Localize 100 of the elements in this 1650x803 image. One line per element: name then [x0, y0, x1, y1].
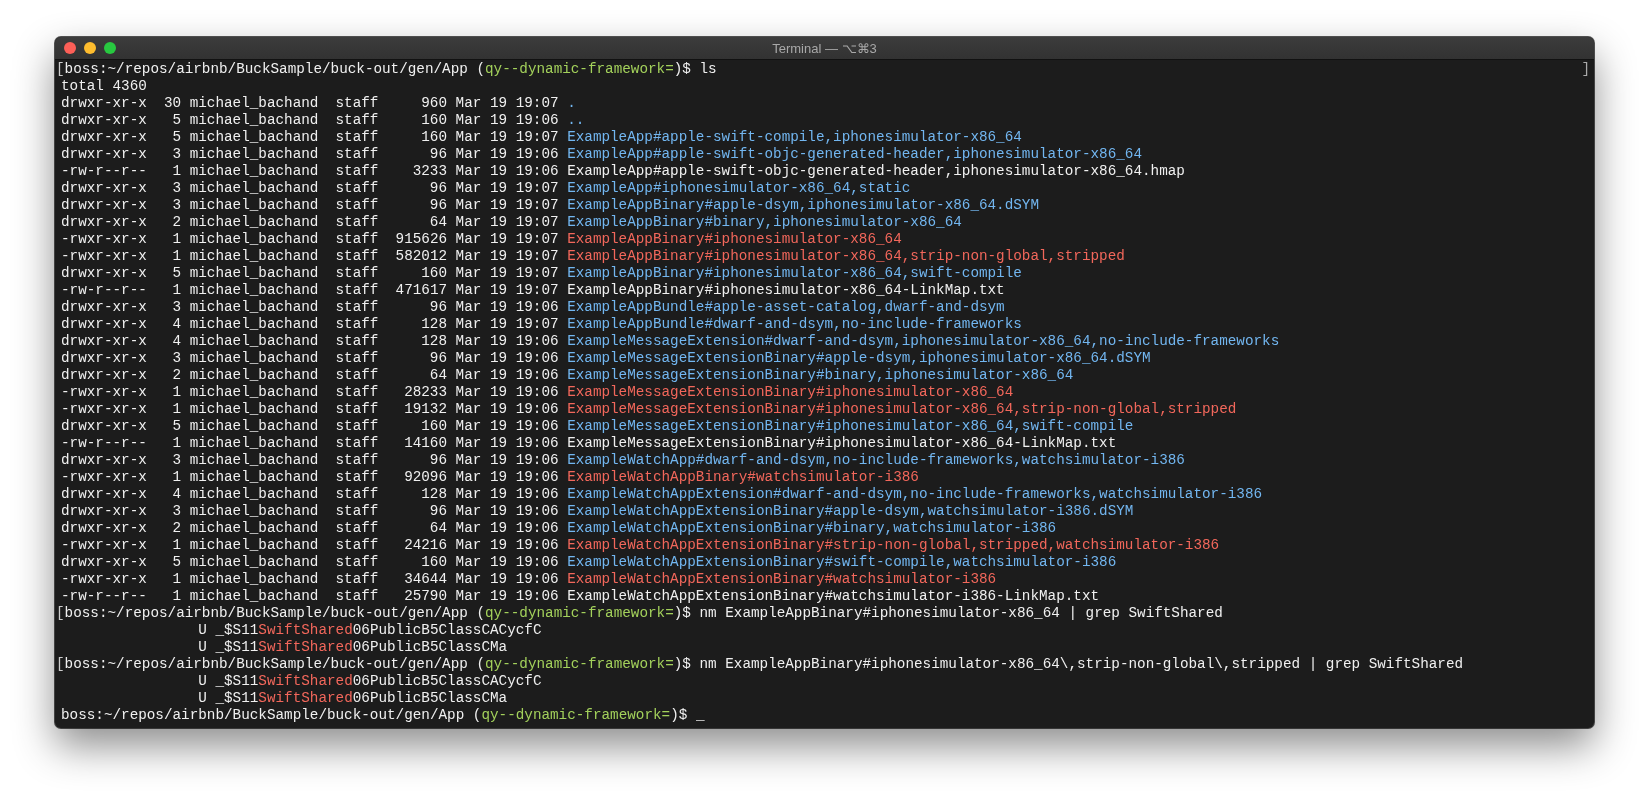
file-name: ExampleApp#iphonesimulator-x86_64,static — [567, 180, 911, 197]
owner-name: michael_bachand — [189, 333, 319, 350]
symbol-type: U — [198, 622, 207, 639]
file-size: 128 — [420, 316, 448, 333]
link-count: 1 — [171, 231, 182, 248]
symbol-type: U — [198, 639, 207, 656]
modified-date: Mar 19 19:06 — [455, 418, 559, 435]
symbol-name: _$S11SwiftShared06PublicB5ClassCMa — [215, 690, 508, 707]
modified-date: Mar 19 19:07 — [455, 197, 559, 214]
file-size: 64 — [428, 520, 448, 537]
close-icon[interactable] — [64, 42, 76, 54]
file-name: ExampleWatchApp#dwarf-and-dsym,no-include-frameworks,watchsimulator-i386 — [567, 452, 1185, 469]
group-name: staff — [335, 367, 379, 384]
file-size: 34644 — [403, 571, 448, 588]
link-count: 5 — [171, 265, 182, 282]
owner-name: michael_bachand — [189, 503, 319, 520]
permissions-text: drwxr-xr-x — [61, 554, 147, 571]
owner-name: michael_bachand — [189, 469, 319, 486]
modified-date: Mar 19 19:07 — [455, 180, 559, 197]
file-name: ExampleWatchAppExtensionBinary#watchsimulator-i386-LinkMap.txt — [567, 588, 1100, 605]
link-count: 1 — [171, 163, 182, 180]
owner-name: michael_bachand — [189, 367, 319, 384]
link-count: 3 — [171, 197, 182, 214]
owner-name: michael_bachand — [189, 350, 319, 367]
file-size: 471617 — [395, 282, 448, 299]
link-count: 1 — [171, 469, 182, 486]
permissions-text: -rwxr-xr-x — [61, 248, 147, 265]
permissions-text: drwxr-xr-x — [61, 452, 147, 469]
file-size: 25790 — [403, 588, 448, 605]
owner-name: michael_bachand — [189, 95, 319, 112]
owner-name: michael_bachand — [189, 129, 319, 146]
group-name: staff — [335, 146, 379, 163]
file-size: 582012 — [395, 248, 448, 265]
output-text: total 4360 — [61, 78, 147, 95]
link-count: 2 — [171, 367, 182, 384]
owner-name: michael_bachand — [189, 265, 319, 282]
file-size: 160 — [420, 418, 448, 435]
permissions-text: drwxr-xr-x — [61, 265, 147, 282]
link-count: 3 — [171, 452, 182, 469]
permissions-text: drwxr-xr-x — [61, 197, 147, 214]
line-mark: ] — [1581, 61, 1590, 78]
file-name: ExampleMessageExtension#dwarf-and-dsym,iphonesimulator-x86_64,no-include-frameworks — [567, 333, 1280, 350]
permissions-text: -rw-r--r-- — [61, 163, 147, 180]
group-name: staff — [335, 469, 379, 486]
modified-date: Mar 19 19:07 — [455, 316, 559, 333]
zoom-icon[interactable] — [104, 42, 116, 54]
group-name: staff — [335, 588, 379, 605]
group-name: staff — [335, 180, 379, 197]
modified-date: Mar 19 19:06 — [455, 554, 559, 571]
file-name: ExampleMessageExtensionBinary#iphonesimulator-x86_64,strip-non-global,stripped — [567, 401, 1237, 418]
permissions-text: -rwxr-xr-x — [61, 401, 147, 418]
modified-date: Mar 19 19:07 — [455, 214, 559, 231]
link-count: 1 — [171, 537, 182, 554]
minimize-icon[interactable] — [84, 42, 96, 54]
symbol-name: _$S11SwiftShared06PublicB5ClassCACycfC — [215, 673, 542, 690]
command-text: nm ExampleAppBinary#iphonesimulator-x86_64 | grep SwiftShared — [699, 605, 1223, 622]
permissions-text: drwxr-xr-x — [61, 299, 147, 316]
line-mark: [ — [56, 605, 65, 622]
file-size: 92096 — [403, 469, 448, 486]
link-count: 3 — [171, 146, 182, 163]
file-size: 28233 — [403, 384, 448, 401]
permissions-text: -rw-r--r-- — [61, 282, 147, 299]
link-count: 3 — [171, 350, 182, 367]
permissions-text: -rwxr-xr-x — [61, 571, 147, 588]
file-size: 96 — [428, 197, 448, 214]
file-name: ExampleAppBinary#apple-dsym,iphonesimulator-x86_64.dSYM — [567, 197, 1039, 214]
permissions-text: drwxr-xr-x — [61, 146, 147, 163]
owner-name: michael_bachand — [189, 435, 319, 452]
permissions-text: -rwxr-xr-x — [61, 231, 147, 248]
link-count: 1 — [171, 588, 182, 605]
file-size: 128 — [420, 486, 448, 503]
permissions-text: -rw-r--r-- — [61, 435, 147, 452]
file-name: ExampleAppBundle#dwarf-and-dsym,no-include-frameworks — [567, 316, 1022, 333]
owner-name: michael_bachand — [189, 401, 319, 418]
link-count: 1 — [171, 248, 182, 265]
link-count: 4 — [171, 316, 182, 333]
file-name: ExampleAppBinary#iphonesimulator-x86_64,swift-compile — [567, 265, 1022, 282]
modified-date: Mar 19 19:06 — [455, 384, 559, 401]
file-name: ExampleWatchAppExtensionBinary#apple-dsym,watchsimulator-i386.dSYM — [567, 503, 1134, 520]
modified-date: Mar 19 19:07 — [455, 282, 559, 299]
file-size: 64 — [428, 214, 448, 231]
group-name: staff — [335, 571, 379, 588]
line-mark: [ — [56, 656, 65, 673]
link-count: 30 — [162, 95, 182, 112]
owner-name: michael_bachand — [189, 112, 319, 129]
line-mark: [ — [56, 61, 65, 78]
file-name: ExampleWatchAppBinary#watchsimulator-i386 — [567, 469, 919, 486]
group-name: staff — [335, 214, 379, 231]
owner-name: michael_bachand — [189, 588, 319, 605]
text-cursor: _ — [695, 707, 705, 724]
file-name: .. — [567, 112, 585, 129]
permissions-text: drwxr-xr-x — [61, 333, 147, 350]
group-name: staff — [335, 384, 379, 401]
owner-name: michael_bachand — [189, 214, 319, 231]
file-name: ExampleMessageExtensionBinary#binary,iphonesimulator-x86_64 — [567, 367, 1074, 384]
link-count: 2 — [171, 520, 182, 537]
file-name: ExampleAppBinary#iphonesimulator-x86_64,strip-non-global,stripped — [567, 248, 1125, 265]
group-name: staff — [335, 197, 379, 214]
command-text: nm ExampleAppBinary#iphonesimulator-x86_64\,strip-non-global\,stripped | grep SwiftShared — [699, 656, 1464, 673]
owner-name: michael_bachand — [189, 146, 319, 163]
